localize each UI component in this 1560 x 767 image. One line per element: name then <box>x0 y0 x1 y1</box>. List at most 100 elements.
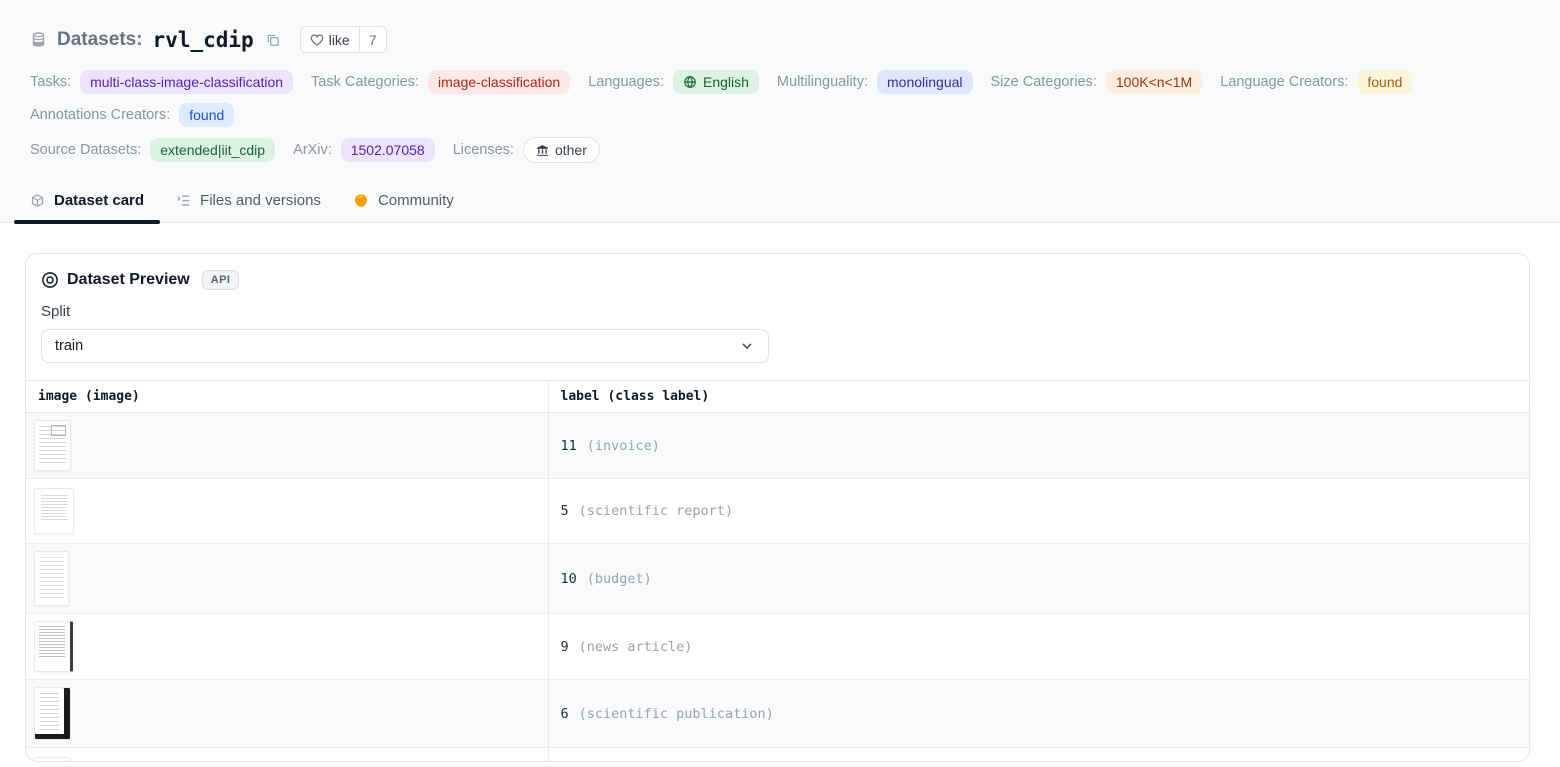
table-row: 5 (scientific report) <box>26 479 1529 544</box>
tag-group-label: Source Datasets: <box>30 142 141 158</box>
license-icon <box>536 144 549 157</box>
tag-group-multilinguality: Multilinguality: monolingual <box>777 70 973 94</box>
tag-group-arxiv: ArXiv: 1502.07058 <box>293 138 435 162</box>
label-id: 10 <box>561 571 577 587</box>
like-count: 7 <box>359 27 386 52</box>
like-button[interactable]: like 7 <box>300 26 387 53</box>
chevron-down-icon <box>739 338 755 354</box>
tab-files-and-versions[interactable]: Files and versions <box>160 183 337 222</box>
tag-group-label: Annotations Creators: <box>30 107 170 123</box>
tag-english[interactable]: English <box>673 70 759 94</box>
table-row: 6 (scientific publication) <box>26 680 1529 748</box>
database-icon <box>30 31 47 48</box>
tab-bar: Dataset card Files and versions Community <box>14 183 1530 222</box>
heart-icon <box>310 33 324 47</box>
tag-group-licenses: Licenses:other <box>453 137 600 163</box>
tag-multi-class-image-classification[interactable]: multi-class-image-classification <box>80 70 293 94</box>
like-label: like <box>329 32 350 48</box>
label-cell: 11 (invoice) <box>548 413 1529 479</box>
tag-label: 1502.07058 <box>351 141 425 159</box>
table-header-row: image (image) label (class label) <box>26 381 1529 413</box>
dataset-preview-card: Dataset Preview API Split train image (i… <box>25 253 1530 762</box>
tag-group-label: Task Categories: <box>311 74 419 90</box>
tag-group-label: Multilinguality: <box>777 74 868 90</box>
tag-group-label: Language Creators: <box>1220 74 1348 90</box>
tag-found[interactable]: found <box>1357 70 1412 94</box>
label-text: (budget) <box>587 571 652 587</box>
community-icon <box>353 193 369 209</box>
api-badge-button[interactable]: API <box>202 270 240 290</box>
column-header-image: image (image) <box>26 381 548 413</box>
main-content: Dataset Preview API Split train image (i… <box>0 253 1560 762</box>
image-cell <box>26 748 548 763</box>
label-text: (scientific publication) <box>579 706 774 722</box>
image-cell <box>26 614 548 680</box>
eye-icon <box>41 271 59 289</box>
label-id: 9 <box>561 639 569 655</box>
tag-group-task-categories: Task Categories: image-classification <box>311 70 570 94</box>
tag-group-language-creators: Language Creators: found <box>1220 70 1412 94</box>
document-thumbnail-news-article <box>34 621 73 672</box>
tab-community[interactable]: Community <box>337 183 470 222</box>
tag-image-classification[interactable]: image-classification <box>428 70 570 94</box>
label-id: 5 <box>561 503 569 519</box>
document-thumbnail-invoice <box>34 420 71 471</box>
image-cell <box>26 413 548 479</box>
tag-group-label: ArXiv: <box>293 142 332 158</box>
tag-group-source-datasets: Source Datasets: extended|iit_cdip <box>30 138 275 162</box>
tab-label: Community <box>378 192 454 209</box>
document-thumbnail-scientific-publication <box>34 687 71 740</box>
tag-found[interactable]: found <box>179 103 234 127</box>
tag-group-label: Languages: <box>588 74 664 90</box>
tag-100k-n-1m[interactable]: 100K<n<1M <box>1106 70 1202 94</box>
tag-label: other <box>555 141 587 159</box>
split-selected-value: train <box>55 338 83 354</box>
tag-group-tasks: Tasks: multi-class-image-classification <box>30 70 293 94</box>
tag-row-1: Tasks:multi-class-image-classificationTa… <box>30 70 1530 127</box>
globe-icon <box>683 75 697 89</box>
tag-1502-07058[interactable]: 1502.07058 <box>341 138 435 162</box>
tag-group-label: Tasks: <box>30 74 71 90</box>
label-cell: 9 (news article) <box>548 614 1529 680</box>
label-text: (news article) <box>579 639 693 655</box>
dataset-name: rvl_cdip <box>153 28 254 52</box>
tag-group-annotations-creators: Annotations Creators: found <box>30 103 234 127</box>
table-row <box>26 748 1529 763</box>
label-cell: 6 (scientific publication) <box>548 680 1529 748</box>
tag-label: monolingual <box>887 73 963 91</box>
tag-group-size-categories: Size Categories:100K<n<1M <box>991 70 1203 94</box>
tag-label: image-classification <box>438 73 560 91</box>
tag-label: extended|iit_cdip <box>160 141 265 159</box>
split-select[interactable]: train <box>41 329 769 363</box>
tab-label: Dataset card <box>54 192 144 209</box>
table-row: 9 (news article) <box>26 614 1529 680</box>
tag-label: 100K<n<1M <box>1116 73 1192 91</box>
label-cell: 10 (budget) <box>548 544 1529 614</box>
tag-label: English <box>703 73 749 91</box>
table-row: 11 (invoice) <box>26 413 1529 479</box>
copy-icon[interactable] <box>264 31 282 49</box>
tag-other[interactable]: other <box>523 137 600 163</box>
table-row: 10 (budget) <box>26 544 1529 614</box>
label-cell <box>548 748 1529 763</box>
dataset-card-icon <box>30 193 45 208</box>
tag-row-2: Source Datasets: extended|iit_cdip ArXiv: 1… <box>30 137 1530 163</box>
label-id: 11 <box>561 438 577 454</box>
tag-extended-iit-cdip[interactable]: extended|iit_cdip <box>150 138 275 162</box>
label-text: (scientific report) <box>579 503 733 519</box>
preview-table: image (image) label (class label) 11 (inv… <box>26 380 1529 762</box>
page-kind-label: Datasets: <box>57 29 143 51</box>
tab-label: Files and versions <box>200 192 321 209</box>
tab-dataset-card[interactable]: Dataset card <box>14 183 160 222</box>
files-versions-icon <box>176 193 191 208</box>
dataset-page-header: Datasets: rvl_cdip like 7 Tasks: multi-cl… <box>0 0 1560 223</box>
label-text: (invoice) <box>587 438 660 454</box>
label-cell: 5 (scientific report) <box>548 479 1529 544</box>
preview-title: Dataset Preview <box>67 271 190 289</box>
image-cell <box>26 544 548 614</box>
tag-group-languages: Languages: English <box>588 70 759 94</box>
title-row: Datasets: rvl_cdip like 7 <box>30 26 1530 53</box>
label-id: 6 <box>561 706 569 722</box>
tag-monolingual[interactable]: monolingual <box>877 70 973 94</box>
column-header-label: label (class label) <box>548 381 1529 413</box>
